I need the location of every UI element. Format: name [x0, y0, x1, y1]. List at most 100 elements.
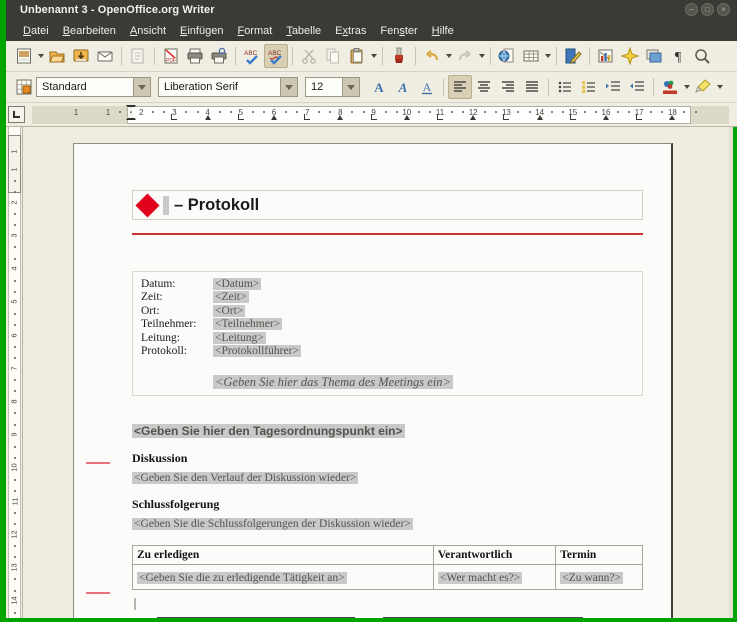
meta-field-zeit[interactable]: <Zeit>: [213, 291, 249, 303]
horizontal-ruler[interactable]: 1123456789101112131415161718: [6, 103, 737, 127]
print-preview-button[interactable]: [207, 44, 231, 68]
tab-stop-marker[interactable]: [205, 115, 211, 120]
tab-stop-marker[interactable]: [470, 115, 476, 120]
spelling-button[interactable]: ABC: [240, 44, 264, 68]
tab-stop-marker[interactable]: [537, 115, 543, 120]
export-pdf-button[interactable]: PDF: [159, 44, 183, 68]
ordered-list-button[interactable]: [577, 75, 601, 99]
font-name-dropdown[interactable]: [280, 78, 297, 96]
indent-marker[interactable]: [126, 105, 137, 120]
insert-frame-button[interactable]: [642, 44, 666, 68]
tab-stop-marker[interactable]: [603, 115, 609, 120]
document-area[interactable]: – Protokoll Datum: <Datum> Zeit: <Zeit> …: [23, 127, 733, 618]
redo-dropdown[interactable]: [477, 44, 486, 68]
font-size-combo[interactable]: 12: [305, 77, 360, 97]
styles-and-formatting-button[interactable]: [12, 75, 36, 99]
insert-special-char-button[interactable]: [618, 44, 642, 68]
tab-stop-marker[interactable]: [669, 115, 675, 120]
menu-extras[interactable]: Extras: [328, 23, 373, 39]
tab-stop-marker[interactable]: [371, 114, 377, 120]
tab-stop-marker[interactable]: [238, 114, 244, 120]
font-color-button[interactable]: [658, 75, 682, 99]
document-title-block[interactable]: – Protokoll: [132, 190, 643, 220]
insert-chart-button[interactable]: [594, 44, 618, 68]
font-size-dropdown[interactable]: [342, 78, 359, 96]
task-field[interactable]: <Geben Sie die zu erledigende Tätigkeit …: [137, 572, 347, 584]
bold-button[interactable]: A: [367, 75, 391, 99]
tab-stop-marker[interactable]: [337, 115, 343, 120]
font-color-dropdown[interactable]: [682, 75, 691, 99]
open-button[interactable]: [45, 44, 69, 68]
maximize-button[interactable]: □: [701, 3, 714, 16]
align-center-button[interactable]: [472, 75, 496, 99]
meta-field-leitung[interactable]: <Leitung>: [213, 332, 266, 344]
menu-ansicht[interactable]: Ansicht: [123, 23, 173, 39]
copy-button[interactable]: [321, 44, 345, 68]
paste-dropdown[interactable]: [369, 44, 378, 68]
menu-datei[interactable]: Datei: [16, 23, 56, 39]
vertical-ruler[interactable]: 11234567891011121314: [6, 127, 23, 618]
close-button[interactable]: ×: [717, 3, 730, 16]
redo-button[interactable]: [453, 44, 477, 68]
increase-indent-button[interactable]: [625, 75, 649, 99]
hyperlink-button[interactable]: [495, 44, 519, 68]
diskussion-field[interactable]: <Geben Sie den Verlauf der Diskussion wi…: [132, 472, 358, 484]
tab-stop-marker[interactable]: [404, 115, 410, 120]
paragraph-style-dropdown[interactable]: [133, 78, 150, 96]
align-justify-button[interactable]: [520, 75, 544, 99]
clone-formatting-button[interactable]: [387, 44, 411, 68]
tab-stop-marker[interactable]: [304, 114, 310, 120]
menu-format[interactable]: Format: [230, 23, 279, 39]
align-left-button[interactable]: [448, 75, 472, 99]
edit-file-button[interactable]: [126, 44, 150, 68]
agenda-item-field[interactable]: <Geben Sie hier den Tagesordnungspunkt e…: [132, 424, 405, 438]
owner-field[interactable]: <Wer macht es?>: [438, 572, 522, 584]
undo-dropdown[interactable]: [444, 44, 453, 68]
menu-einfuegen[interactable]: Einfügen: [173, 23, 230, 39]
cut-button[interactable]: [297, 44, 321, 68]
insert-table-dropdown[interactable]: [543, 44, 552, 68]
vertical-scrollbar[interactable]: [729, 127, 733, 618]
align-right-button[interactable]: [496, 75, 520, 99]
undo-button[interactable]: [420, 44, 444, 68]
meta-field-teilnehmer[interactable]: <Teilnehmer>: [213, 318, 282, 330]
minimize-button[interactable]: –: [685, 3, 698, 16]
formatting-marks-button[interactable]: ¶: [666, 44, 690, 68]
new-document-dropdown[interactable]: [36, 44, 45, 68]
finish-minutes-button[interactable]: Protokoll beenden: Kürzel + Zeit setzen: [383, 617, 583, 618]
table-cell-task[interactable]: <Geben Sie die zu erledigende Tätigkeit …: [133, 565, 434, 590]
tab-stop-marker[interactable]: [171, 114, 177, 120]
tab-stop-selector[interactable]: [8, 106, 25, 123]
table-cell-due[interactable]: <Zu wann?>: [556, 565, 643, 590]
meta-field-datum[interactable]: <Datum>: [213, 278, 261, 290]
save-button[interactable]: [69, 44, 93, 68]
tab-stop-marker[interactable]: [437, 114, 443, 120]
due-field[interactable]: <Zu wann?>: [560, 572, 623, 584]
schlussfolgerung-field[interactable]: <Geben Sie die Schlussfolgerungen der Di…: [132, 518, 413, 530]
decrease-indent-button[interactable]: [601, 75, 625, 99]
tab-stop-marker[interactable]: [570, 114, 576, 120]
insert-table-button[interactable]: [519, 44, 543, 68]
document-page[interactable]: – Protokoll Datum: <Datum> Zeit: <Zeit> …: [73, 143, 673, 618]
new-document-button[interactable]: [12, 44, 36, 68]
meta-field-ort[interactable]: <Ort>: [213, 305, 245, 317]
zoom-button[interactable]: [690, 44, 714, 68]
add-agenda-item-button[interactable]: Weiteren Tagesordnungspunkt zufügen: [157, 617, 355, 618]
table-cell-owner[interactable]: <Wer macht es?>: [433, 565, 555, 590]
menu-tabelle[interactable]: Tabelle: [279, 23, 328, 39]
font-name-combo[interactable]: Liberation Serif: [158, 77, 298, 97]
show-draw-functions-button[interactable]: [561, 44, 585, 68]
paste-button[interactable]: [345, 44, 369, 68]
unordered-list-button[interactable]: [553, 75, 577, 99]
highlighting-button[interactable]: [691, 75, 715, 99]
highlighting-dropdown[interactable]: [715, 75, 724, 99]
paragraph-style-combo[interactable]: Standard: [36, 77, 151, 97]
tab-stop-marker[interactable]: [636, 114, 642, 120]
tab-stop-marker[interactable]: [503, 114, 509, 120]
menu-bearbeiten[interactable]: Bearbeiten: [56, 23, 123, 39]
print-button[interactable]: [183, 44, 207, 68]
italic-button[interactable]: A: [391, 75, 415, 99]
meta-field-protokoll[interactable]: <Protokollführer>: [213, 345, 301, 357]
task-table[interactable]: Zu erledigen Verantwortlich Termin <Gebe…: [132, 545, 643, 590]
menu-hilfe[interactable]: Hilfe: [425, 23, 461, 39]
